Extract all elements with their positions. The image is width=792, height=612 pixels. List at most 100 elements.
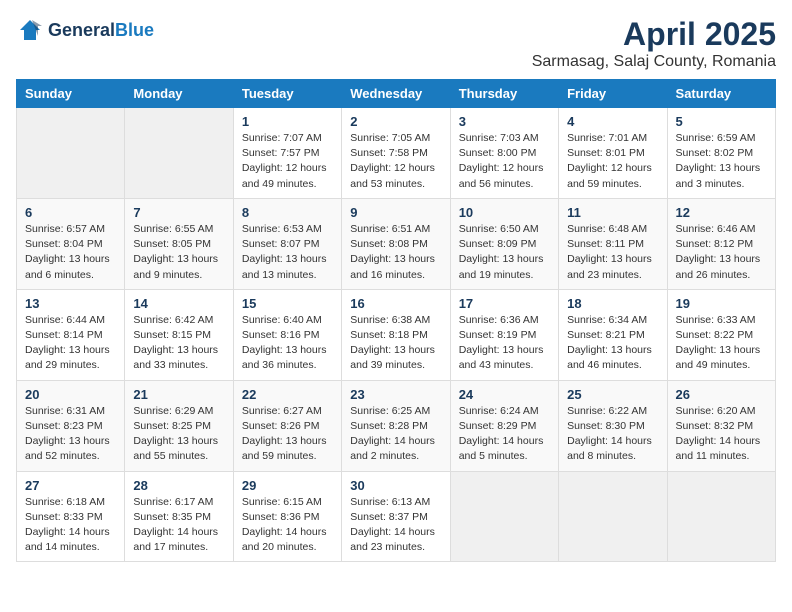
calendar-cell: [559, 471, 667, 562]
day-info: Sunrise: 6:51 AM Sunset: 8:08 PM Dayligh…: [350, 222, 441, 283]
day-number: 28: [133, 478, 224, 493]
day-info: Sunrise: 6:55 AM Sunset: 8:05 PM Dayligh…: [133, 222, 224, 283]
calendar: SundayMondayTuesdayWednesdayThursdayFrid…: [16, 79, 776, 562]
day-info: Sunrise: 6:50 AM Sunset: 8:09 PM Dayligh…: [459, 222, 550, 283]
calendar-cell: 13 Sunrise: 6:44 AM Sunset: 8:14 PM Dayli…: [17, 289, 125, 380]
day-number: 20: [25, 387, 116, 402]
day-number: 26: [676, 387, 767, 402]
day-number: 24: [459, 387, 550, 402]
weekday-header: Monday: [125, 80, 233, 108]
calendar-cell: 12 Sunrise: 6:46 AM Sunset: 8:12 PM Dayli…: [667, 198, 775, 289]
logo-general: GeneralBlue: [48, 21, 154, 40]
day-number: 30: [350, 478, 441, 493]
day-info: Sunrise: 6:48 AM Sunset: 8:11 PM Dayligh…: [567, 222, 658, 283]
day-number: 7: [133, 205, 224, 220]
calendar-cell: 18 Sunrise: 6:34 AM Sunset: 8:21 PM Dayli…: [559, 289, 667, 380]
weekday-header: Saturday: [667, 80, 775, 108]
logo-icon: [16, 16, 44, 44]
calendar-cell: 19 Sunrise: 6:33 AM Sunset: 8:22 PM Dayli…: [667, 289, 775, 380]
day-number: 14: [133, 296, 224, 311]
day-number: 21: [133, 387, 224, 402]
day-number: 10: [459, 205, 550, 220]
day-number: 25: [567, 387, 658, 402]
calendar-cell: 22Sunrise: 6:27 AM Sunset: 8:26 PM Dayli…: [233, 380, 341, 471]
logo: GeneralBlue: [16, 16, 154, 44]
day-number: 29: [242, 478, 333, 493]
day-number: 19: [676, 296, 767, 311]
calendar-cell: 3 Sunrise: 7:03 AM Sunset: 8:00 PM Daylig…: [450, 108, 558, 199]
calendar-week-row: 13 Sunrise: 6:44 AM Sunset: 8:14 PM Dayli…: [17, 289, 776, 380]
day-number: 5: [676, 114, 767, 129]
calendar-cell: 2 Sunrise: 7:05 AM Sunset: 7:58 PM Daylig…: [342, 108, 450, 199]
calendar-cell: 1 Sunrise: 7:07 AM Sunset: 7:57 PM Daylig…: [233, 108, 341, 199]
calendar-cell: 20 Sunrise: 6:31 AM Sunset: 8:23 PM Dayli…: [17, 380, 125, 471]
weekday-header-row: SundayMondayTuesdayWednesdayThursdayFrid…: [17, 80, 776, 108]
day-info: Sunrise: 6:13 AM Sunset: 8:37 PM Dayligh…: [350, 495, 441, 556]
day-info: Sunrise: 7:01 AM Sunset: 8:01 PM Dayligh…: [567, 131, 658, 192]
day-info: Sunrise: 6:59 AM Sunset: 8:02 PM Dayligh…: [676, 131, 767, 192]
calendar-cell: 30 Sunrise: 6:13 AM Sunset: 8:37 PM Dayli…: [342, 471, 450, 562]
calendar-cell: [125, 108, 233, 199]
calendar-cell: 5 Sunrise: 6:59 AM Sunset: 8:02 PM Daylig…: [667, 108, 775, 199]
day-info: Sunrise: 6:53 AM Sunset: 8:07 PM Dayligh…: [242, 222, 333, 283]
calendar-cell: 9Sunrise: 6:51 AM Sunset: 8:08 PM Daylig…: [342, 198, 450, 289]
day-number: 8: [242, 205, 333, 220]
day-info: Sunrise: 6:44 AM Sunset: 8:14 PM Dayligh…: [25, 313, 116, 374]
day-number: 3: [459, 114, 550, 129]
day-info: Sunrise: 7:03 AM Sunset: 8:00 PM Dayligh…: [459, 131, 550, 192]
calendar-cell: [450, 471, 558, 562]
calendar-week-row: 6 Sunrise: 6:57 AM Sunset: 8:04 PM Daylig…: [17, 198, 776, 289]
day-info: Sunrise: 6:22 AM Sunset: 8:30 PM Dayligh…: [567, 404, 658, 465]
day-number: 12: [676, 205, 767, 220]
calendar-week-row: 1 Sunrise: 7:07 AM Sunset: 7:57 PM Daylig…: [17, 108, 776, 199]
location-title: Sarmasag, Salaj County, Romania: [532, 53, 776, 71]
day-info: Sunrise: 7:07 AM Sunset: 7:57 PM Dayligh…: [242, 131, 333, 192]
day-number: 23: [350, 387, 441, 402]
day-number: 16: [350, 296, 441, 311]
day-number: 4: [567, 114, 658, 129]
day-info: Sunrise: 6:38 AM Sunset: 8:18 PM Dayligh…: [350, 313, 441, 374]
day-info: Sunrise: 6:33 AM Sunset: 8:22 PM Dayligh…: [676, 313, 767, 374]
day-info: Sunrise: 6:17 AM Sunset: 8:35 PM Dayligh…: [133, 495, 224, 556]
calendar-cell: [667, 471, 775, 562]
calendar-cell: 23 Sunrise: 6:25 AM Sunset: 8:28 PM Dayli…: [342, 380, 450, 471]
weekday-header: Friday: [559, 80, 667, 108]
day-number: 13: [25, 296, 116, 311]
day-info: Sunrise: 6:27 AM Sunset: 8:26 PM Dayligh…: [242, 404, 333, 465]
calendar-cell: 10 Sunrise: 6:50 AM Sunset: 8:09 PM Dayli…: [450, 198, 558, 289]
day-info: Sunrise: 6:25 AM Sunset: 8:28 PM Dayligh…: [350, 404, 441, 465]
calendar-cell: 28 Sunrise: 6:17 AM Sunset: 8:35 PM Dayli…: [125, 471, 233, 562]
calendar-cell: 21 Sunrise: 6:29 AM Sunset: 8:25 PM Dayli…: [125, 380, 233, 471]
day-info: Sunrise: 6:46 AM Sunset: 8:12 PM Dayligh…: [676, 222, 767, 283]
day-number: 15: [242, 296, 333, 311]
calendar-week-row: 20 Sunrise: 6:31 AM Sunset: 8:23 PM Dayli…: [17, 380, 776, 471]
day-info: Sunrise: 6:18 AM Sunset: 8:33 PM Dayligh…: [25, 495, 116, 556]
calendar-cell: 7 Sunrise: 6:55 AM Sunset: 8:05 PM Daylig…: [125, 198, 233, 289]
day-info: Sunrise: 6:36 AM Sunset: 8:19 PM Dayligh…: [459, 313, 550, 374]
day-info: Sunrise: 6:57 AM Sunset: 8:04 PM Dayligh…: [25, 222, 116, 283]
day-number: 1: [242, 114, 333, 129]
day-info: Sunrise: 7:05 AM Sunset: 7:58 PM Dayligh…: [350, 131, 441, 192]
day-number: 2: [350, 114, 441, 129]
day-number: 27: [25, 478, 116, 493]
weekday-header: Tuesday: [233, 80, 341, 108]
title-area: April 2025 Sarmasag, Salaj County, Roman…: [532, 16, 776, 71]
day-number: 18: [567, 296, 658, 311]
weekday-header: Sunday: [17, 80, 125, 108]
calendar-cell: 17Sunrise: 6:36 AM Sunset: 8:19 PM Dayli…: [450, 289, 558, 380]
day-number: 6: [25, 205, 116, 220]
day-info: Sunrise: 6:15 AM Sunset: 8:36 PM Dayligh…: [242, 495, 333, 556]
calendar-cell: 14 Sunrise: 6:42 AM Sunset: 8:15 PM Dayli…: [125, 289, 233, 380]
calendar-cell: 16 Sunrise: 6:38 AM Sunset: 8:18 PM Dayli…: [342, 289, 450, 380]
calendar-cell: [17, 108, 125, 199]
calendar-cell: 8 Sunrise: 6:53 AM Sunset: 8:07 PM Daylig…: [233, 198, 341, 289]
day-number: 11: [567, 205, 658, 220]
day-info: Sunrise: 6:42 AM Sunset: 8:15 PM Dayligh…: [133, 313, 224, 374]
day-info: Sunrise: 6:34 AM Sunset: 8:21 PM Dayligh…: [567, 313, 658, 374]
calendar-cell: 25 Sunrise: 6:22 AM Sunset: 8:30 PM Dayli…: [559, 380, 667, 471]
day-info: Sunrise: 6:24 AM Sunset: 8:29 PM Dayligh…: [459, 404, 550, 465]
day-info: Sunrise: 6:31 AM Sunset: 8:23 PM Dayligh…: [25, 404, 116, 465]
calendar-cell: 24 Sunrise: 6:24 AM Sunset: 8:29 PM Dayli…: [450, 380, 558, 471]
weekday-header: Wednesday: [342, 80, 450, 108]
day-info: Sunrise: 6:29 AM Sunset: 8:25 PM Dayligh…: [133, 404, 224, 465]
